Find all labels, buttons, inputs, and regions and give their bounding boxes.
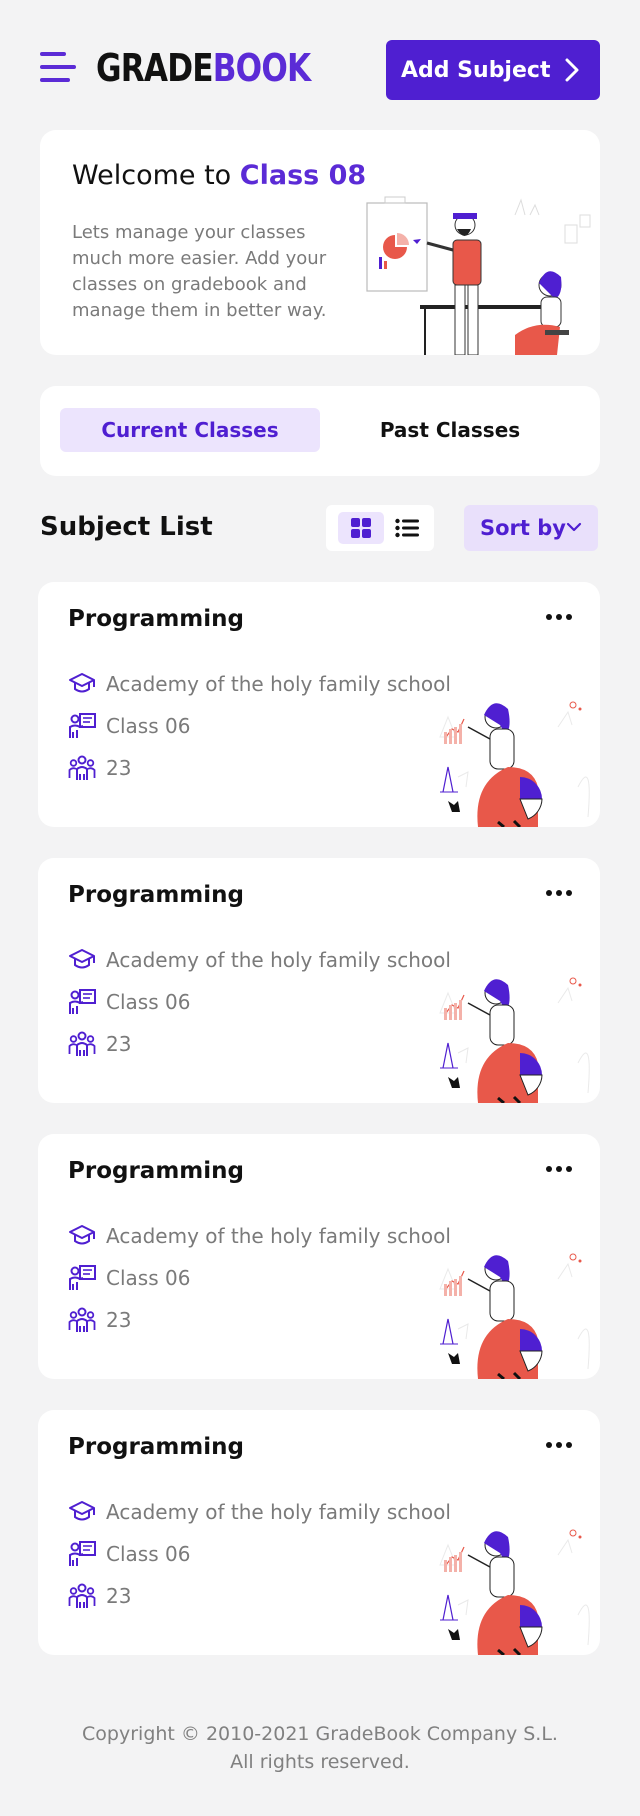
welcome-heading: Welcome to Class 08	[72, 160, 366, 191]
subject-title: Programming	[68, 882, 244, 908]
graduation-cap-icon	[69, 949, 95, 969]
school-row: Academy of the holy family school	[68, 946, 451, 974]
school-row: Academy of the holy family school	[68, 1498, 451, 1526]
school-name: Academy of the holy family school	[106, 1224, 451, 1248]
view-toggle	[326, 505, 434, 551]
students-group-icon	[68, 1031, 96, 1056]
graduation-cap-icon	[69, 1501, 95, 1521]
welcome-description: Lets manage your classes much more easie…	[72, 222, 327, 321]
students-count: 23	[106, 756, 132, 780]
sort-by-label: Sort by	[480, 516, 566, 540]
students-group-icon	[68, 1583, 96, 1608]
subject-card[interactable]: Programming Academy of the holy family s…	[38, 858, 600, 1103]
subject-title: Programming	[68, 606, 244, 632]
school-name: Academy of the holy family school	[106, 948, 451, 972]
subject-illustration	[439, 701, 590, 827]
students-row: 23	[68, 1582, 131, 1610]
subject-card[interactable]: Programming Academy of the holy family s…	[38, 1134, 600, 1379]
school-row: Academy of the holy family school	[68, 670, 451, 698]
class-row: Class 06	[68, 1264, 190, 1292]
students-row: 23	[68, 1030, 131, 1058]
list-view-button[interactable]	[384, 512, 430, 544]
school-name: Academy of the holy family school	[106, 672, 451, 696]
welcome-class-name: Class 08	[239, 160, 367, 191]
chevron-right-icon	[565, 58, 579, 82]
class-name: Class 06	[106, 714, 191, 738]
more-options-icon[interactable]	[546, 1438, 574, 1452]
tab-past-classes[interactable]: Past Classes	[320, 408, 580, 452]
students-row: 23	[68, 754, 131, 782]
add-subject-button[interactable]: Add Subject	[386, 40, 600, 100]
more-options-icon[interactable]	[546, 886, 574, 900]
welcome-card: Welcome to Class 08 Lets manage your cla…	[40, 130, 600, 355]
add-subject-label: Add Subject	[401, 57, 551, 83]
class-name: Class 06	[106, 1542, 191, 1566]
teacher-student-illustration	[366, 196, 591, 355]
logo-text-grade: GRADE	[96, 46, 214, 90]
class-row: Class 06	[68, 1540, 190, 1568]
students-count: 23	[106, 1308, 132, 1332]
logo-text-book: BOOK	[212, 46, 311, 90]
subject-illustration	[439, 1529, 590, 1655]
students-group-icon	[68, 1307, 96, 1332]
subject-title: Programming	[68, 1158, 244, 1184]
subject-card[interactable]: Programming Academy of the holy family s…	[38, 582, 600, 827]
tab-current-classes[interactable]: Current Classes	[60, 408, 320, 452]
more-options-icon[interactable]	[546, 1162, 574, 1176]
sort-by-dropdown[interactable]: Sort by	[464, 505, 598, 551]
subject-title: Programming	[68, 1434, 244, 1460]
school-name: Academy of the holy family school	[106, 1500, 451, 1524]
students-count: 23	[106, 1032, 132, 1056]
students-group-icon	[68, 755, 96, 780]
welcome-greeting: Welcome to	[72, 160, 240, 191]
graduation-cap-icon	[69, 673, 95, 693]
teacher-board-icon	[69, 713, 96, 738]
teacher-board-icon	[69, 1541, 96, 1566]
graduation-cap-icon	[69, 1225, 95, 1245]
subject-illustration	[439, 1253, 590, 1379]
students-count: 23	[106, 1584, 132, 1608]
class-row: Class 06	[68, 712, 190, 740]
subject-illustration	[439, 977, 590, 1103]
list-view-icon	[395, 518, 419, 538]
hamburger-menu-icon[interactable]	[40, 50, 76, 84]
grid-view-button[interactable]	[338, 512, 384, 544]
grid-view-icon	[351, 518, 371, 538]
class-name: Class 06	[106, 1266, 191, 1290]
chevron-down-icon	[566, 522, 582, 532]
app-header: GRADEBOOK Add Subject	[0, 0, 640, 130]
footer-copyright: Copyright © 2010-2021 GradeBook Company …	[82, 1723, 558, 1773]
class-row: Class 06	[68, 988, 190, 1016]
teacher-board-icon	[69, 989, 96, 1014]
class-name: Class 06	[106, 990, 191, 1014]
subject-list-title: Subject List	[40, 512, 213, 542]
more-options-icon[interactable]	[546, 610, 574, 624]
subject-card[interactable]: Programming Academy of the holy family s…	[38, 1410, 600, 1655]
class-tabs: Current Classes Past Classes	[40, 386, 600, 476]
teacher-board-icon	[69, 1265, 96, 1290]
school-row: Academy of the holy family school	[68, 1222, 451, 1250]
gradebook-logo: GRADEBOOK	[96, 46, 311, 90]
students-row: 23	[68, 1306, 131, 1334]
